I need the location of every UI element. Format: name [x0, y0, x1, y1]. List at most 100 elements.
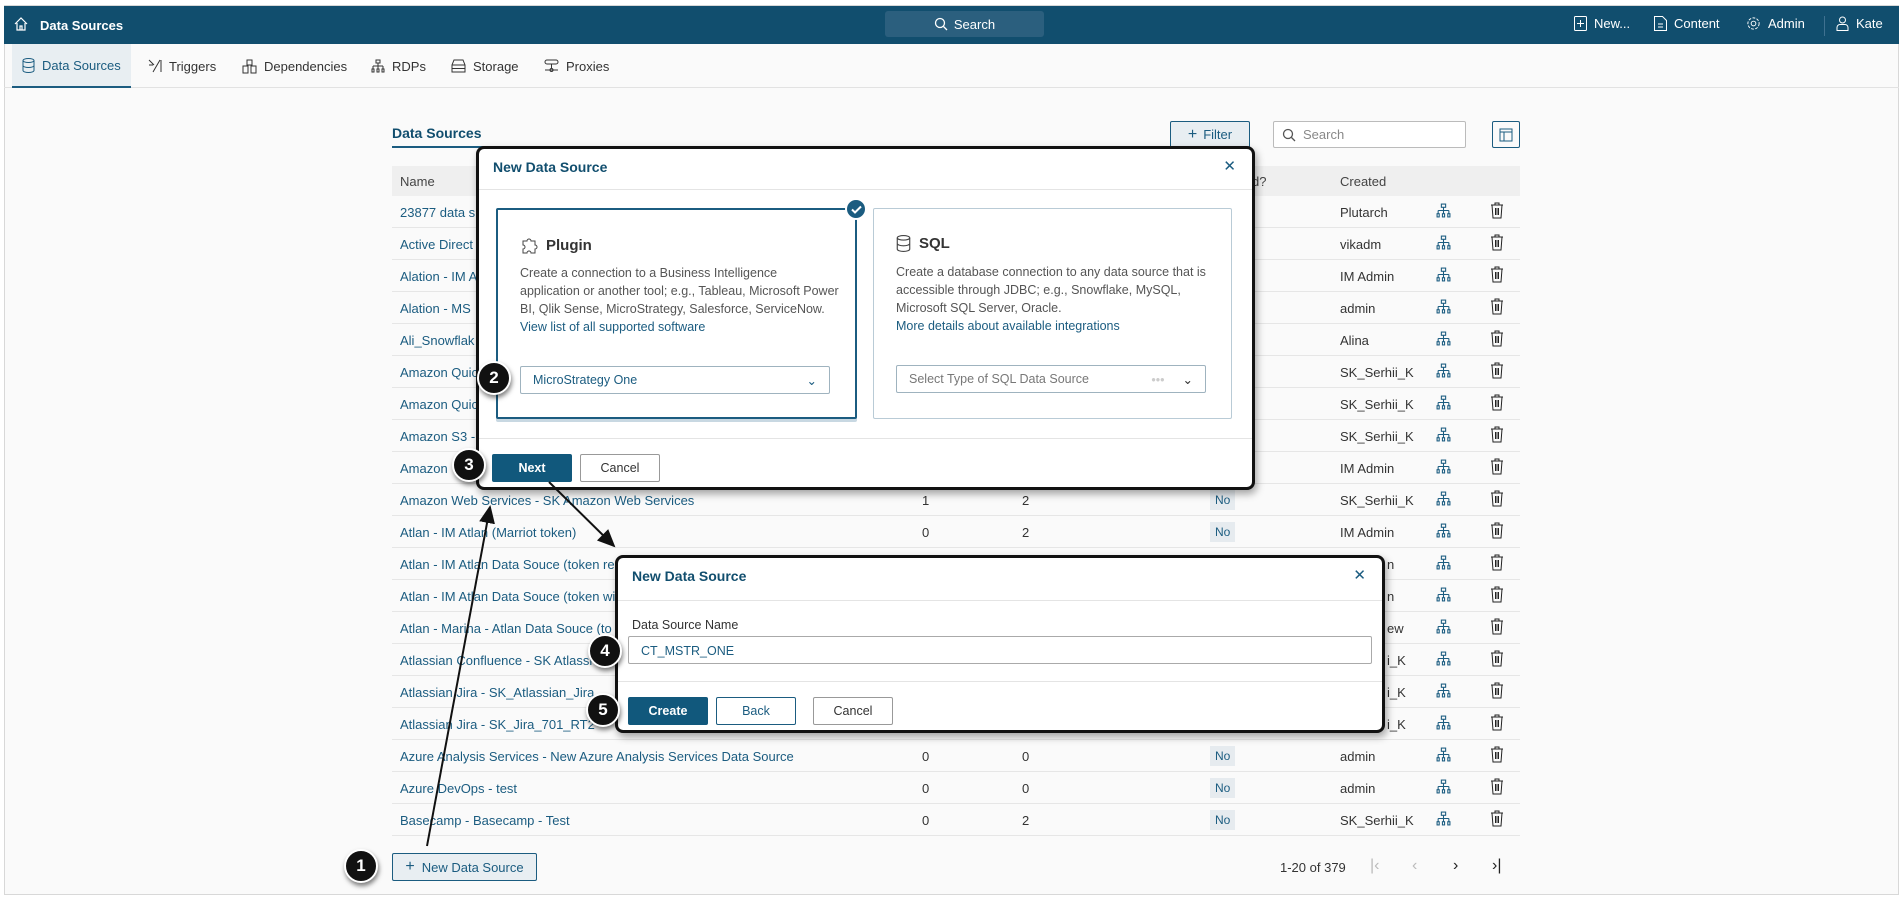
admin-menu[interactable]: Admin: [1746, 16, 1805, 31]
data-source-name-link[interactable]: Amazon Quic: [400, 397, 478, 412]
data-source-name-link[interactable]: Amazon Quic: [400, 365, 478, 380]
hierarchy-icon[interactable]: [1436, 811, 1451, 829]
trash-icon[interactable]: [1490, 746, 1504, 766]
trash-icon[interactable]: [1490, 234, 1504, 254]
tab-dependencies[interactable]: Dependencies: [242, 44, 347, 88]
data-source-name-link[interactable]: Ali_Snowflak: [400, 333, 474, 348]
data-source-name-link[interactable]: Atlan - Marina - Atlan Data Souce (to: [400, 621, 612, 636]
trash-icon[interactable]: [1490, 682, 1504, 702]
trash-icon[interactable]: [1490, 330, 1504, 350]
hierarchy-icon[interactable]: [1436, 395, 1451, 413]
sql-card[interactable]: SQL Create a database connection to any …: [873, 208, 1232, 419]
cancel-button[interactable]: Cancel: [813, 697, 893, 725]
column-header-name[interactable]: Name: [400, 174, 435, 189]
data-source-name-link[interactable]: Active Direct: [400, 237, 473, 252]
sql-type-select[interactable]: Select Type of SQL Data Source ••• ⌄: [896, 365, 1206, 393]
first-page-icon[interactable]: |‹: [1370, 857, 1379, 875]
back-button[interactable]: Back: [716, 697, 796, 725]
hierarchy-icon[interactable]: [1436, 427, 1451, 445]
hierarchy-icon[interactable]: [1436, 651, 1451, 669]
hierarchy-icon[interactable]: [1436, 235, 1451, 253]
plugin-card[interactable]: Plugin Create a connection to a Business…: [496, 198, 867, 419]
puzzle-icon: [522, 238, 538, 254]
search-input[interactable]: Search: [1273, 121, 1466, 148]
trash-icon[interactable]: [1490, 714, 1504, 734]
hierarchy-icon[interactable]: [1436, 779, 1451, 797]
hierarchy-icon[interactable]: [1436, 299, 1451, 317]
next-button[interactable]: Next: [492, 454, 572, 482]
data-source-name-link[interactable]: Amazon S3 -: [400, 429, 475, 444]
data-source-name-link[interactable]: Azure Analysis Services - New Azure Anal…: [400, 749, 794, 764]
trash-icon[interactable]: [1490, 458, 1504, 478]
data-source-name-link[interactable]: Amazon: [400, 461, 448, 476]
trash-icon[interactable]: [1490, 618, 1504, 638]
hierarchy-icon[interactable]: [1436, 363, 1451, 381]
data-source-name-link[interactable]: Atlan - IM Atlan Data Souce (token wi: [400, 589, 615, 604]
hierarchy-icon[interactable]: [1436, 555, 1451, 573]
prev-page-icon[interactable]: ‹: [1412, 857, 1417, 875]
data-source-name-link[interactable]: Atlassian Jira - SK_Jira_701_RT2: [400, 717, 595, 732]
step-callout-5: 5: [586, 693, 620, 727]
cancel-button[interactable]: Cancel: [580, 454, 660, 482]
next-page-icon[interactable]: ›: [1453, 857, 1458, 875]
plugin-type-select[interactable]: MicroStrategy One ⌄: [520, 366, 830, 394]
data-source-name-link[interactable]: Atlan - IM Atlan (Marriot token): [400, 525, 576, 540]
data-source-name-link[interactable]: Atlan - IM Atlan Data Souce (token re: [400, 557, 615, 572]
new-menu[interactable]: New...: [1574, 16, 1630, 31]
data-source-name-link[interactable]: Atlassian Confluence - SK Atlassi: [400, 653, 592, 668]
trash-icon[interactable]: [1490, 202, 1504, 222]
trash-icon[interactable]: [1490, 650, 1504, 670]
hierarchy-icon[interactable]: [1436, 523, 1451, 541]
tab-storage[interactable]: Storage: [451, 44, 519, 88]
hierarchy-icon[interactable]: [1436, 203, 1451, 221]
data-source-name-link[interactable]: 23877 data s: [400, 205, 475, 220]
data-source-name-link[interactable]: Alation - MS: [400, 301, 471, 316]
column-header-created[interactable]: Created: [1340, 174, 1386, 189]
trash-icon[interactable]: [1490, 266, 1504, 286]
filter-button[interactable]: + Filter: [1170, 121, 1250, 148]
supported-software-link[interactable]: View list of all supported software: [520, 320, 705, 334]
hierarchy-icon[interactable]: [1436, 459, 1451, 477]
user-menu[interactable]: Kate: [1836, 16, 1883, 31]
tab-triggers[interactable]: Triggers: [148, 44, 216, 88]
hierarchy-icon[interactable]: [1436, 747, 1451, 765]
tab-rdps[interactable]: RDPs: [371, 44, 426, 88]
plus-icon: +: [405, 858, 415, 875]
new-data-source-button[interactable]: + New Data Source: [392, 853, 537, 881]
hierarchy-icon[interactable]: [1436, 715, 1451, 733]
hierarchy-icon[interactable]: [1436, 683, 1451, 701]
content-menu[interactable]: Content: [1654, 16, 1720, 31]
data-source-name-link[interactable]: Azure DevOps - test: [400, 781, 517, 796]
hierarchy-icon[interactable]: [1436, 267, 1451, 285]
hierarchy-icon[interactable]: [1436, 619, 1451, 637]
hierarchy-icon[interactable]: [1436, 331, 1451, 349]
data-source-name-link[interactable]: Amazon Web Services - SK Amazon Web Serv…: [400, 493, 694, 508]
hierarchy-icon[interactable]: [1436, 491, 1451, 509]
trash-icon[interactable]: [1490, 426, 1504, 446]
data-source-name-link[interactable]: Atlassian Jira - SK_Atlassian_Jira: [400, 685, 594, 700]
trash-icon[interactable]: [1490, 298, 1504, 318]
hierarchy-icon[interactable]: [1436, 587, 1451, 605]
trash-icon[interactable]: [1490, 490, 1504, 510]
close-icon[interactable]: ✕: [1353, 566, 1366, 584]
trash-icon[interactable]: [1490, 554, 1504, 574]
trash-icon[interactable]: [1490, 778, 1504, 798]
trash-icon[interactable]: [1490, 522, 1504, 542]
tab-proxies[interactable]: Proxies: [544, 44, 609, 88]
close-icon[interactable]: ✕: [1223, 157, 1236, 175]
trash-icon[interactable]: [1490, 810, 1504, 830]
columns-button[interactable]: [1492, 121, 1520, 148]
data-source-name-link[interactable]: Basecamp - Basecamp - Test: [400, 813, 570, 828]
integrations-link[interactable]: More details about available integration…: [896, 319, 1120, 333]
data-source-name-link[interactable]: Alation - IM A: [400, 269, 477, 284]
tab-data-sources[interactable]: Data Sources: [12, 44, 131, 88]
last-page-icon[interactable]: ›|: [1492, 857, 1501, 875]
trash-icon[interactable]: [1490, 362, 1504, 382]
trash-icon[interactable]: [1490, 586, 1504, 606]
data-source-name-input[interactable]: CT_MSTR_ONE: [628, 636, 1372, 664]
global-search[interactable]: Search: [885, 11, 1044, 37]
created-by: admin: [1340, 301, 1376, 316]
create-button[interactable]: Create: [628, 697, 708, 725]
trash-icon[interactable]: [1490, 394, 1504, 414]
home-icon[interactable]: [14, 17, 28, 34]
